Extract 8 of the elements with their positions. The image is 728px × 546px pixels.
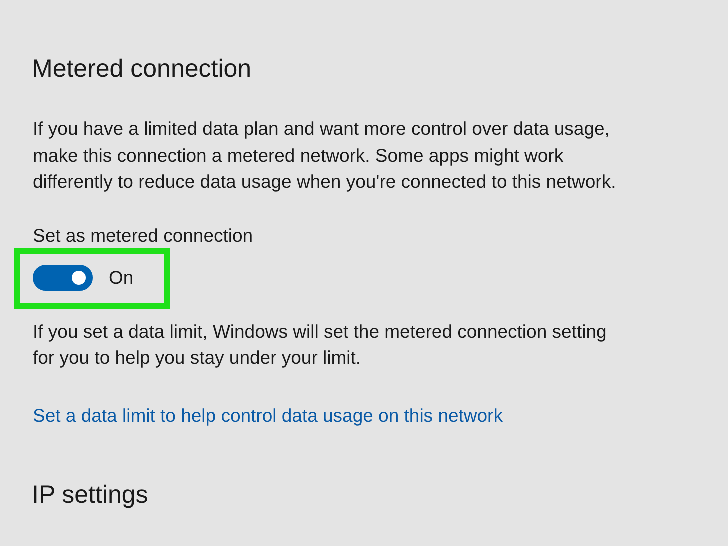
note-text: If you set a data limit, Windows will set the metered connection setting for you to help you stay under your limit. [33,320,608,370]
section-title: Metered connection [32,54,253,85]
toggle-state-text: On [109,266,134,290]
description-text: If you have a limited data plan and want more control over data usage, make this connection a metered network. Some apps might work differently to reduce data usage when you're connected to this network. [33,117,618,194]
section-title: IP settings [32,480,150,510]
data-limit-link[interactable]: Set a data limit to help control data usage on this network [33,404,503,426]
toggle-label: Set as metered connection [33,224,254,248]
toggle-switch[interactable] [33,265,93,291]
